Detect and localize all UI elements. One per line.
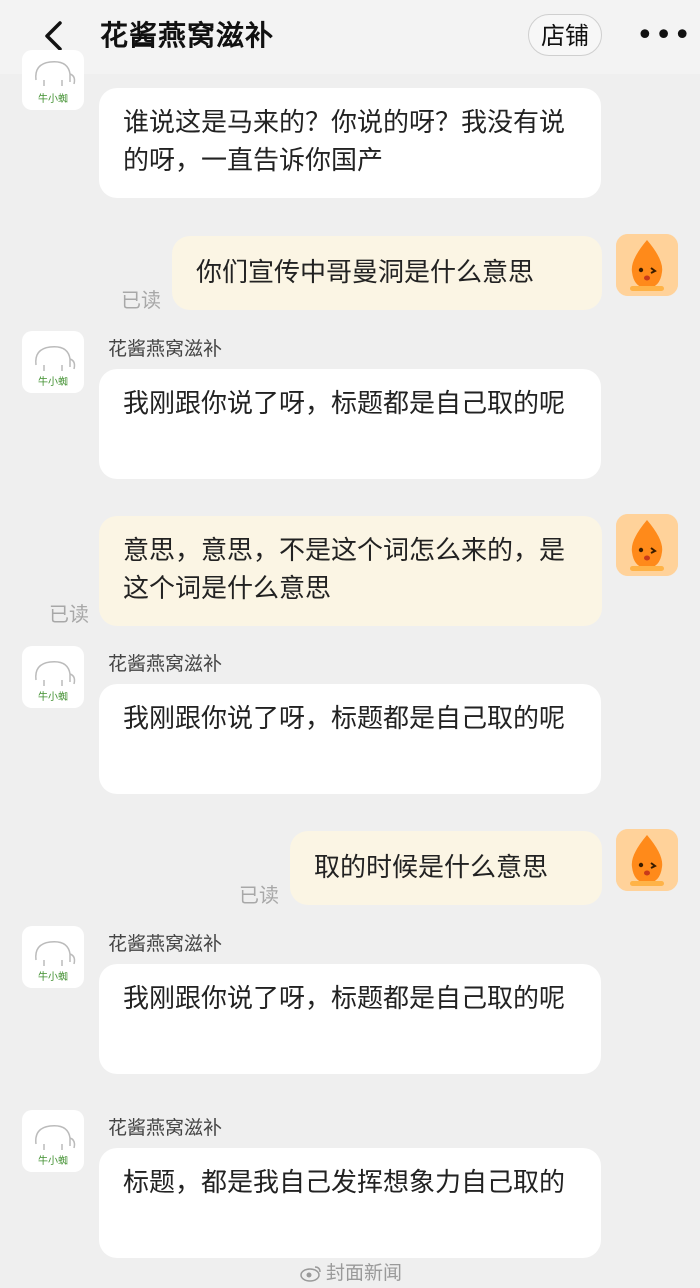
weibo-icon <box>300 1266 321 1282</box>
shop-avatar[interactable]: 牛小蜘 <box>22 646 84 708</box>
user-avatar[interactable] <box>616 829 678 891</box>
elephant-icon <box>35 941 76 966</box>
sender-name: 花酱燕窝滋补 <box>108 653 223 675</box>
message-bubble-outgoing: 取的时候是什么意思 <box>290 831 602 905</box>
chat-title: 花酱燕窝滋补 <box>100 19 275 52</box>
top-bar: 花酱燕窝滋补 店铺 ••• <box>0 0 700 74</box>
shop-button[interactable]: 店铺 <box>528 14 602 56</box>
back-arrow-icon[interactable] <box>38 20 70 52</box>
shop-avatar[interactable]: 牛小蜘 <box>22 1110 84 1172</box>
avatar-caption: 牛小蜘 <box>38 94 68 105</box>
read-status: 已读 <box>49 602 89 626</box>
orange-mascot-icon <box>616 234 678 296</box>
sender-name: 花酱燕窝滋补 <box>108 338 223 360</box>
shop-avatar[interactable]: 牛小蜘 <box>22 331 84 393</box>
avatar-caption: 牛小蜘 <box>38 377 68 388</box>
sender-name: 花酱燕窝滋补 <box>108 933 223 955</box>
avatar-caption: 牛小蜘 <box>38 972 68 983</box>
avatar-caption: 牛小蜘 <box>38 692 68 703</box>
elephant-icon <box>35 61 76 86</box>
watermark: 封面新闻 <box>300 1258 402 1285</box>
message-bubble-outgoing: 你们宣传中哥曼洞是什么意思 <box>172 236 602 310</box>
sender-name: 花酱燕窝滋补 <box>108 1117 223 1139</box>
message-bubble-incoming: 我刚跟你说了呀，标题都是自己取的呢 <box>99 369 601 479</box>
read-status: 已读 <box>121 288 161 312</box>
message-bubble-outgoing: 意思，意思，不是这个词怎么来的，是这个词是什么意思 <box>99 516 602 626</box>
orange-mascot-icon <box>616 829 678 891</box>
avatar-caption: 牛小蜘 <box>38 1156 68 1167</box>
message-bubble-incoming: 谁说这是马来的？你说的呀？我没有说的呀，一直告诉你国产 <box>99 88 601 198</box>
elephant-icon <box>35 346 76 371</box>
more-options-icon[interactable]: ••• <box>636 21 691 51</box>
message-bubble-incoming: 我刚跟你说了呀，标题都是自己取的呢 <box>99 964 601 1074</box>
shop-avatar[interactable]: 牛小蜘 <box>22 926 84 988</box>
elephant-icon <box>35 1125 76 1150</box>
shop-avatar[interactable]: 牛小蜘 <box>22 50 84 110</box>
message-bubble-incoming: 标题，都是我自己发挥想象力自己取的 <box>99 1148 601 1258</box>
user-avatar[interactable] <box>616 234 678 296</box>
read-status: 已读 <box>239 883 279 907</box>
message-bubble-incoming: 我刚跟你说了呀，标题都是自己取的呢 <box>99 684 601 794</box>
watermark-text: 封面新闻 <box>326 1262 403 1284</box>
user-avatar[interactable] <box>616 514 678 576</box>
elephant-icon <box>35 661 76 686</box>
orange-mascot-icon <box>616 514 678 576</box>
